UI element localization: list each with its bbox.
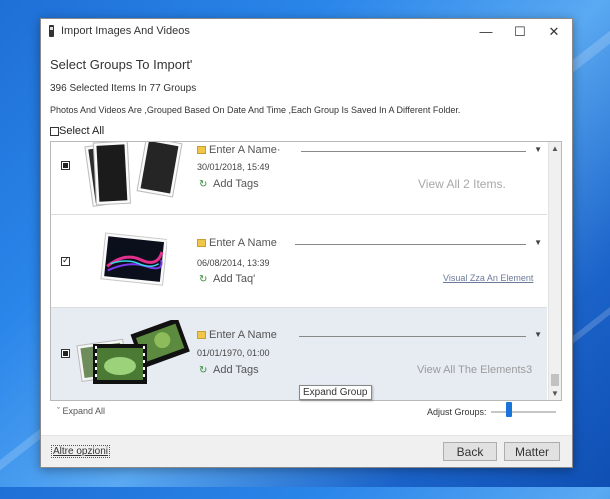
group-row[interactable]: Enter A Name ▼ 06/08/2014, 13:39 ↻ Add T…: [51, 215, 547, 307]
chevron-down-icon[interactable]: ▼: [534, 330, 542, 339]
group-name-input[interactable]: Enter A Name: [209, 329, 277, 341]
add-tags-label: Add Tags: [213, 178, 259, 190]
add-tags-label: Add Taq': [213, 273, 256, 285]
app-icon: [49, 25, 54, 37]
close-button[interactable]: ✕: [539, 22, 569, 42]
more-options-link[interactable]: Altre opzioni: [51, 445, 111, 458]
dialog-footer: Altre opzioni Back Matter: [41, 436, 572, 467]
grouping-info-text: Photos And Videos Are ,Grouped Based On …: [50, 105, 461, 115]
group-checkbox[interactable]: [61, 255, 70, 266]
expand-all-label: Expand All: [62, 406, 106, 416]
import-dialog: Import Images And Videos — ☐ ✕ Select Gr…: [40, 18, 573, 468]
view-all-link[interactable]: View All The Elements3: [417, 364, 532, 376]
slider-thumb[interactable]: [506, 402, 512, 417]
add-tags-button[interactable]: ↻ Add Taq': [199, 273, 255, 285]
group-name-field[interactable]: Enter A Name· ▼: [197, 144, 542, 158]
group-checkbox[interactable]: [61, 161, 70, 170]
tag-icon: ↻: [199, 273, 208, 285]
matter-button[interactable]: Matter: [504, 442, 560, 461]
group-name-input[interactable]: Enter A Name·: [209, 144, 281, 156]
tag-icon: ↻: [199, 364, 208, 376]
group-date: 06/08/2014, 13:39: [197, 258, 270, 268]
expand-group-tooltip: Expand Group: [299, 385, 372, 400]
adjust-groups-label: Adjust Groups:: [427, 407, 487, 417]
name-underline: [295, 244, 526, 245]
page-heading: Select Groups To Import': [50, 57, 193, 72]
folder-icon: [197, 331, 206, 339]
scroll-up-icon[interactable]: ▲: [551, 144, 559, 153]
group-name-field[interactable]: Enter A Name ▼: [197, 237, 542, 251]
maximize-button[interactable]: ☐: [505, 22, 535, 42]
portrait-stack-icon: [83, 142, 183, 210]
chevron-down-icon[interactable]: ▼: [534, 238, 542, 247]
scrollbar[interactable]: ▲ ▼: [548, 142, 561, 400]
select-all-checkbox[interactable]: Select All: [50, 125, 104, 137]
tag-icon: ↻: [199, 178, 208, 190]
chevron-down-icon: ˇ: [57, 406, 60, 416]
group-name-input[interactable]: Enter A Name: [209, 237, 277, 249]
group-list[interactable]: Enter A Name· ▼ 30/01/2018, 15:49 ↻ Add …: [50, 141, 562, 401]
selected-count: 396 Selected Items In 77 Groups: [50, 83, 197, 94]
adjust-groups-slider[interactable]: [491, 411, 556, 413]
select-all-label: Select All: [59, 125, 105, 137]
film-stack-icon: [75, 317, 191, 392]
name-underline: [299, 336, 526, 337]
folder-icon: [197, 146, 206, 154]
add-tags-label: Add Tags: [213, 364, 259, 376]
folder-icon: [197, 239, 206, 247]
chevron-down-icon[interactable]: ▼: [534, 145, 542, 154]
add-tags-button[interactable]: ↻ Add Tags: [199, 178, 259, 190]
abstract-image-icon: [99, 231, 168, 289]
add-tags-button[interactable]: ↻ Add Tags: [199, 364, 259, 376]
group-name-field[interactable]: Enter A Name ▼: [197, 329, 542, 343]
back-button[interactable]: Back: [443, 442, 497, 461]
checkbox-icon[interactable]: [50, 126, 59, 136]
group-row[interactable]: Enter A Name· ▼ 30/01/2018, 15:49 ↻ Add …: [51, 142, 547, 214]
title-bar[interactable]: Import Images And Videos — ☐ ✕: [41, 19, 572, 45]
name-underline: [301, 151, 526, 152]
group-checkbox[interactable]: [61, 349, 70, 358]
expand-all-button[interactable]: ˇ Expand All: [57, 406, 105, 416]
group-date: 30/01/2018, 15:49: [197, 162, 270, 172]
scroll-thumb[interactable]: [551, 374, 559, 386]
window-title: Import Images And Videos: [61, 25, 190, 37]
group-date: 01/01/1970, 01:00: [197, 348, 270, 358]
view-all-link[interactable]: View All 2 Items.: [418, 177, 506, 191]
scroll-down-icon[interactable]: ▼: [551, 389, 559, 398]
minimize-button[interactable]: —: [471, 22, 501, 42]
view-element-link[interactable]: Visual Zza An Element: [443, 273, 533, 283]
